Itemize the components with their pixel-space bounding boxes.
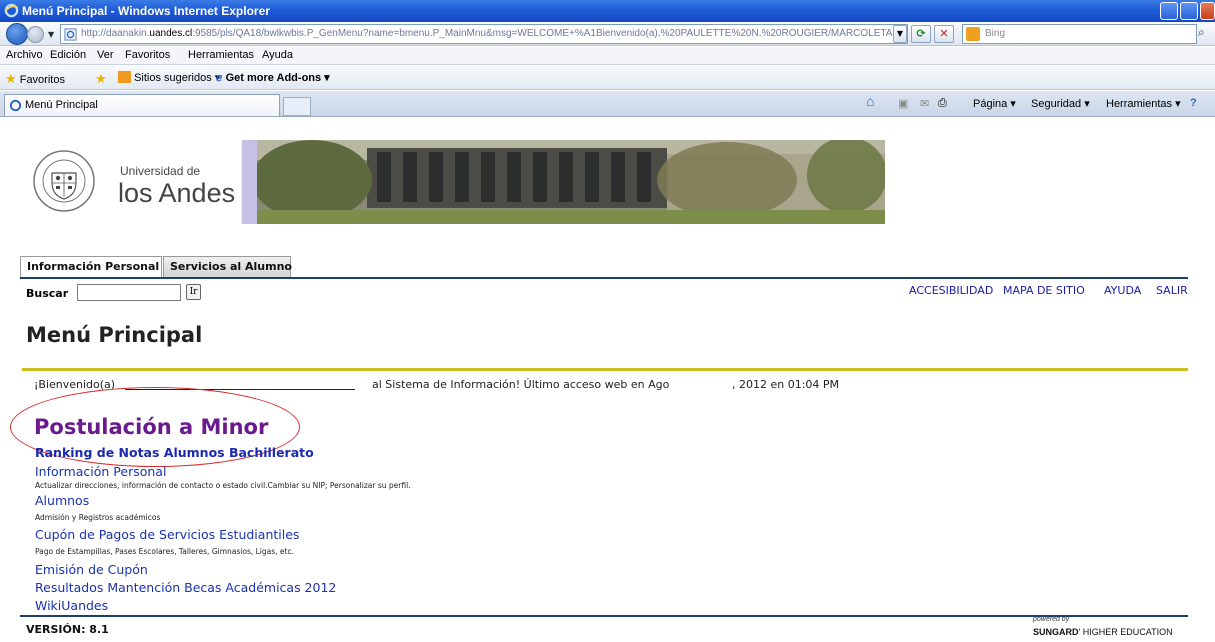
favorites-button[interactable]: ★ Favoritos [5, 71, 65, 87]
ie-addon-icon: ℯ [216, 72, 223, 84]
version-label: VERSIÓN: 8.1 [26, 623, 109, 636]
tab-servicios-al-alumno[interactable]: Servicios al Alumno [163, 256, 292, 278]
suggested-sites-icon [118, 71, 131, 83]
link-postulacion-minor[interactable]: Postulación a Minor [34, 415, 268, 439]
search-input[interactable] [77, 284, 181, 301]
url-host: uandes.cl [149, 28, 193, 39]
desc-informacion-personal: Actualizar direcciones, información de c… [35, 481, 411, 490]
menu-bar: Archivo Edición Ver Favoritos Herramient… [0, 47, 1215, 65]
tab-bar: Menú Principal ⌂ ▣ ✉ ⎙ Página ▾ Segurida… [0, 91, 1215, 117]
add-favorite-icon[interactable]: ★ [95, 71, 107, 87]
refresh-icon[interactable]: ⟳ [911, 25, 931, 43]
page-icon [9, 99, 22, 112]
url-rest: :9585/pls/QA18/bwlkwbis.P_GenMenu?name=b… [192, 28, 896, 39]
site-header: Universidad de los Andes [8, 140, 885, 224]
powered-by: powered by [1033, 616, 1070, 623]
menu-ver[interactable]: Ver [97, 49, 114, 61]
menu-herramientas[interactable]: Herramientas [188, 49, 254, 61]
link-wikiuandes[interactable]: WikiUandes [35, 598, 108, 613]
desc-cupon-pagos: Pago de Estampillas, Pases Escolares, Ta… [35, 547, 294, 556]
page-menu[interactable]: Página ▾ [973, 97, 1016, 110]
get-addons-button[interactable]: ℯ Get more Add-ons ▾ [216, 71, 330, 84]
browser-tab-label: Menú Principal [25, 99, 98, 111]
history-dropdown-icon[interactable]: ▼ [48, 30, 54, 39]
link-salir[interactable]: SALIR [1156, 284, 1188, 297]
new-tab-button[interactable] [283, 97, 311, 116]
security-menu[interactable]: Seguridad ▾ [1031, 97, 1090, 110]
internet-explorer-icon [4, 3, 19, 18]
menu-ayuda[interactable]: Ayuda [262, 49, 293, 61]
desc-alumnos: Admisión y Registros académicos [35, 513, 161, 522]
search-go-button[interactable]: Ir [186, 284, 201, 300]
page-title: Menú Principal [26, 323, 203, 347]
welcome-end: , 2012 en 01:04 PM [732, 378, 840, 391]
star-icon: ★ [5, 71, 17, 86]
tools-menu[interactable]: Herramientas ▾ [1106, 97, 1181, 110]
page-icon [64, 28, 77, 41]
close-window-button[interactable] [1200, 2, 1215, 20]
menu-favoritos[interactable]: Favoritos [125, 49, 170, 61]
university-name-line2: los Andes [118, 178, 236, 208]
url-input[interactable]: http://daanakin.uandes.cl:9585/pls/QA18/… [60, 24, 908, 44]
search-label: Buscar [26, 287, 69, 300]
title-divider [22, 368, 1188, 371]
favorites-bar: ★ Favoritos ★ Sitios sugeridos ▾ ℯ Get m… [0, 66, 1215, 90]
menu-archivo[interactable]: Archivo [6, 49, 43, 61]
maximize-button[interactable] [1180, 2, 1198, 20]
link-alumnos[interactable]: Alumnos [35, 493, 89, 508]
link-resultados-becas[interactable]: Resultados Mantención Becas Académicas 2… [35, 580, 336, 595]
welcome-middle: al Sistema de Información! Último acceso… [372, 378, 670, 391]
link-ayuda[interactable]: AYUDA [1104, 284, 1141, 297]
magnifier-icon[interactable]: ⌕ [1198, 25, 1215, 43]
print-icon[interactable]: ⎙ [938, 97, 947, 110]
stop-icon[interactable]: ✕ [934, 25, 954, 43]
link-ranking-notas[interactable]: Ranking de Notas Alumnos Bachillerato [35, 445, 314, 460]
search-engine-placeholder: Bing [985, 28, 1006, 39]
url-dropdown-icon[interactable]: ▼ [893, 25, 907, 43]
browser-tab[interactable]: Menú Principal [4, 94, 280, 116]
university-seal-icon [33, 150, 95, 212]
home-icon[interactable]: ⌂ [866, 93, 874, 109]
university-name-line1: Universidad de [120, 164, 201, 178]
suggested-sites-button[interactable]: Sitios sugeridos ▾ [118, 71, 220, 84]
link-mapa-de-sitio[interactable]: MAPA DE SITIO [1003, 284, 1085, 297]
address-bar: ▼ http://daanakin.uandes.cl:9585/pls/QA1… [0, 22, 1215, 46]
menu-edicion[interactable]: Edición [50, 49, 86, 61]
header-accent-strip [242, 140, 257, 224]
url-prefix: http://daanakin. [81, 28, 150, 39]
forward-button[interactable] [27, 26, 44, 43]
link-cupon-pagos[interactable]: Cupón de Pagos de Servicios Estudiantile… [35, 527, 299, 542]
back-button[interactable] [6, 23, 28, 45]
tab-divider [20, 277, 1188, 279]
window-titlebar: Menú Principal - Windows Internet Explor… [0, 0, 1215, 22]
feeds-icon[interactable]: ▣ [898, 97, 908, 110]
sungard-logo: SUNGARD' HIGHER EDUCATION [1033, 627, 1173, 637]
link-accesibilidad[interactable]: ACCESIBILIDAD [909, 284, 993, 297]
campus-photo [257, 140, 885, 224]
window-title: Menú Principal - Windows Internet Explor… [22, 4, 270, 18]
help-icon[interactable]: ? [1190, 97, 1197, 109]
tab-informacion-personal[interactable]: Información Personal [20, 256, 162, 278]
link-emision-cupon[interactable]: Emisión de Cupón [35, 562, 148, 577]
search-engine-input[interactable]: Bing [962, 24, 1197, 44]
university-logo: Universidad de los Andes [8, 140, 242, 224]
footer-divider [20, 615, 1188, 617]
link-informacion-personal[interactable]: Información Personal [35, 464, 166, 479]
mail-icon[interactable]: ✉ [920, 97, 929, 110]
minimize-button[interactable] [1160, 2, 1178, 20]
bing-icon [966, 27, 980, 41]
